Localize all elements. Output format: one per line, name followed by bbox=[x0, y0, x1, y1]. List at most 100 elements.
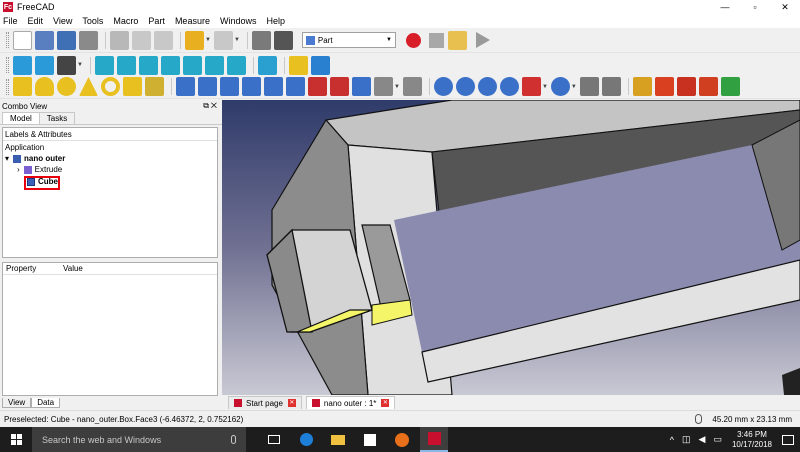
measure-angular-icon[interactable] bbox=[654, 77, 674, 96]
freecad-task-icon[interactable] bbox=[420, 427, 448, 452]
offset-dropdown-icon[interactable]: ▼ bbox=[394, 84, 400, 90]
toolbar-grip[interactable] bbox=[6, 57, 9, 73]
toolbar-grip[interactable] bbox=[6, 78, 9, 95]
cut-boolean-icon[interactable] bbox=[455, 77, 475, 96]
menu-file[interactable]: File bbox=[3, 16, 18, 26]
property-column[interactable]: Property bbox=[3, 263, 63, 274]
fit-selection-icon[interactable] bbox=[35, 55, 54, 75]
close-tab-icon[interactable]: ✕ bbox=[381, 399, 390, 407]
thickness-icon[interactable] bbox=[402, 77, 422, 96]
left-view-icon[interactable] bbox=[226, 55, 246, 75]
tab-nano-outer[interactable]: nano outer : 1* ✕ bbox=[305, 396, 396, 409]
measure-clear-icon[interactable] bbox=[676, 77, 696, 96]
firefox-icon[interactable] bbox=[388, 427, 416, 452]
navigation-style-icon[interactable] bbox=[695, 414, 703, 424]
redo-dropdown-icon[interactable]: ▼ bbox=[234, 37, 240, 43]
cylinder-icon[interactable] bbox=[35, 77, 54, 96]
microphone-icon[interactable] bbox=[231, 435, 236, 444]
draw-style-icon[interactable] bbox=[57, 55, 76, 75]
toolbar-grip[interactable] bbox=[6, 32, 9, 48]
measure-3d-icon[interactable] bbox=[720, 77, 740, 96]
extrude-icon[interactable] bbox=[176, 77, 195, 96]
menu-help[interactable]: Help bbox=[266, 16, 285, 26]
draw-style-dropdown-icon[interactable]: ▼ bbox=[77, 62, 83, 68]
menu-tools[interactable]: Tools bbox=[82, 16, 103, 26]
start-button[interactable] bbox=[0, 427, 32, 452]
cut-icon[interactable] bbox=[110, 30, 129, 50]
undo-icon[interactable] bbox=[185, 30, 204, 50]
menu-part[interactable]: Part bbox=[148, 16, 165, 26]
store-icon[interactable] bbox=[356, 427, 384, 452]
torus-icon[interactable] bbox=[101, 77, 120, 96]
expand-arrow-icon[interactable]: ▾ bbox=[5, 154, 9, 163]
split-dropdown-icon[interactable]: ▼ bbox=[571, 84, 577, 90]
whats-this-icon[interactable] bbox=[273, 30, 293, 50]
macro-edit-icon[interactable] bbox=[447, 30, 467, 50]
edge-icon[interactable] bbox=[292, 427, 320, 452]
loft-icon[interactable] bbox=[330, 77, 349, 96]
model-tree[interactable]: Labels & Attributes Application ▾ nano o… bbox=[2, 127, 218, 258]
boolean-icon[interactable] bbox=[433, 77, 453, 96]
keyboard-icon[interactable]: ▭ bbox=[713, 434, 722, 445]
sweep-icon[interactable] bbox=[352, 77, 371, 96]
primitives-icon[interactable] bbox=[123, 77, 142, 96]
shape-builder-icon[interactable] bbox=[145, 77, 164, 96]
bottom-view-icon[interactable] bbox=[204, 55, 224, 75]
mirror-icon[interactable] bbox=[220, 77, 239, 96]
maximize-button[interactable]: ▫ bbox=[740, 0, 770, 14]
menu-edit[interactable]: Edit bbox=[28, 16, 44, 26]
system-clock[interactable]: 3:46 PM 10/17/2018 bbox=[732, 430, 772, 450]
compound-icon[interactable] bbox=[579, 77, 599, 96]
create-part-icon[interactable] bbox=[288, 55, 308, 75]
make-face-icon[interactable] bbox=[286, 77, 305, 96]
menu-view[interactable]: View bbox=[53, 16, 72, 26]
task-view-icon[interactable] bbox=[260, 427, 288, 452]
revolve-icon[interactable] bbox=[198, 77, 217, 96]
taskbar-search[interactable]: Search the web and Windows bbox=[32, 427, 246, 452]
cone-icon[interactable] bbox=[79, 77, 98, 96]
network-icon[interactable]: ◫ bbox=[682, 434, 691, 445]
open-icon[interactable] bbox=[35, 30, 54, 50]
create-group-icon[interactable] bbox=[310, 55, 330, 75]
redo-icon[interactable] bbox=[213, 30, 233, 50]
sphere-icon[interactable] bbox=[57, 77, 76, 96]
tab-start-page[interactable]: Start page ✕ bbox=[228, 396, 302, 409]
top-view-icon[interactable] bbox=[138, 55, 158, 75]
close-tab-icon[interactable]: ✕ bbox=[287, 399, 296, 407]
fit-all-icon[interactable] bbox=[13, 55, 32, 75]
tab-model[interactable]: Model bbox=[2, 112, 40, 124]
file-explorer-icon[interactable] bbox=[324, 427, 352, 452]
split-icon[interactable] bbox=[550, 77, 570, 96]
fuse-icon[interactable] bbox=[477, 77, 497, 96]
join-dropdown-icon[interactable]: ▼ bbox=[542, 84, 548, 90]
offset-icon[interactable] bbox=[374, 77, 393, 96]
tree-item-document[interactable]: ▾ nano outer bbox=[5, 154, 65, 163]
tab-view[interactable]: View bbox=[2, 398, 32, 408]
dock-controls-icon[interactable]: ⧉✕ bbox=[203, 101, 219, 111]
macro-stop-icon[interactable] bbox=[428, 32, 444, 48]
fillet-icon[interactable] bbox=[242, 77, 261, 96]
refresh-icon[interactable] bbox=[251, 30, 271, 50]
close-button[interactable]: ✕ bbox=[770, 0, 800, 14]
workbench-selector[interactable]: Part ▼ bbox=[301, 32, 396, 48]
tree-item-extrude[interactable]: › Extrude bbox=[17, 165, 62, 174]
tab-data[interactable]: Data bbox=[31, 398, 61, 408]
rear-view-icon[interactable] bbox=[182, 55, 202, 75]
new-document-icon[interactable] bbox=[13, 30, 32, 50]
macro-record-icon[interactable] bbox=[405, 32, 421, 48]
macro-play-icon[interactable] bbox=[475, 32, 490, 48]
value-column[interactable]: Value bbox=[63, 263, 83, 274]
copy-icon[interactable] bbox=[132, 30, 151, 50]
tab-tasks[interactable]: Tasks bbox=[38, 112, 76, 124]
right-view-icon[interactable] bbox=[160, 55, 180, 75]
isometric-view-icon[interactable] bbox=[94, 55, 114, 75]
cube-icon[interactable] bbox=[13, 77, 32, 96]
measure-linear-icon[interactable] bbox=[632, 77, 652, 96]
3d-viewport[interactable] bbox=[222, 100, 800, 395]
collapse-arrow-icon[interactable]: › bbox=[17, 165, 20, 174]
front-view-icon[interactable] bbox=[116, 55, 136, 75]
action-center-icon[interactable] bbox=[782, 434, 794, 445]
paste-icon[interactable] bbox=[154, 30, 173, 50]
measure-toggle-icon[interactable] bbox=[698, 77, 718, 96]
chamfer-icon[interactable] bbox=[264, 77, 283, 96]
